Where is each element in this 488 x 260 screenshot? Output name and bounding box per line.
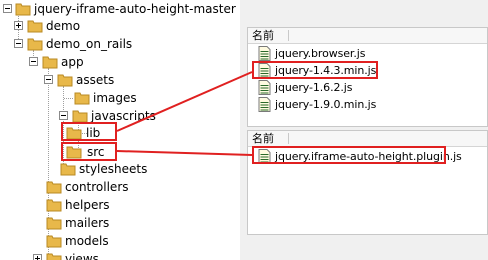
- tree-connector: [64, 98, 73, 99]
- tree-item-images[interactable]: images: [0, 89, 137, 107]
- folder-icon: [27, 19, 43, 33]
- folder-icon: [46, 234, 62, 248]
- expand-icon[interactable]: [14, 21, 23, 30]
- tree-item-label: images: [93, 91, 137, 105]
- tree-item-helpers[interactable]: helpers: [0, 196, 110, 214]
- js-file-icon: [258, 97, 271, 112]
- file-highlight-box: [252, 146, 446, 164]
- folder-icon: [46, 252, 62, 260]
- js-file-icon: [258, 46, 271, 61]
- file-name: jquery-1.6.2.js: [275, 81, 353, 94]
- folder-icon: [27, 37, 43, 51]
- collapse-icon[interactable]: [14, 39, 23, 48]
- collapse-icon[interactable]: [29, 57, 38, 66]
- folder-icon: [46, 216, 62, 230]
- tree-item-root[interactable]: jquery-iframe-auto-height-master: [0, 0, 236, 18]
- tree-item-label: demo: [46, 19, 81, 33]
- tree-item-app[interactable]: app: [0, 53, 84, 71]
- tree-item-models[interactable]: models: [0, 232, 109, 250]
- name-header-label: 名前: [252, 132, 274, 145]
- panel-footer: [240, 236, 488, 260]
- tree-item-stylesheets[interactable]: stylesheets: [0, 160, 147, 178]
- tree-item-demo[interactable]: demo: [0, 17, 80, 35]
- name-header-label: 名前: [252, 29, 274, 42]
- tree-item-label: app: [61, 55, 84, 69]
- column-separator[interactable]: [288, 133, 289, 144]
- tree-item-label: assets: [76, 73, 115, 87]
- folder-icon: [42, 55, 58, 69]
- collapse-icon[interactable]: [59, 111, 68, 120]
- js-file-icon: [258, 80, 271, 95]
- column-separator[interactable]: [288, 30, 289, 41]
- lib-highlight-box: [61, 122, 117, 141]
- tree-item-label: stylesheets: [79, 162, 148, 176]
- file-name: jquery.browser.js: [275, 47, 366, 60]
- file-name: jquery-1.9.0.min.js: [275, 98, 377, 111]
- file-highlight-box: [252, 61, 378, 79]
- folder-icon: [15, 2, 31, 16]
- tree-item-label: javascripts: [91, 109, 156, 123]
- file-item[interactable]: jquery.browser.js: [258, 45, 365, 62]
- expand-icon[interactable]: [33, 254, 42, 260]
- folder-icon: [72, 109, 88, 123]
- folder-icon: [46, 180, 62, 194]
- tree-item-assets[interactable]: assets: [0, 71, 114, 89]
- name-column-header[interactable]: 名前: [248, 131, 487, 147]
- tree-item-label: controllers: [65, 180, 129, 194]
- tree-item-label: demo_on_rails: [46, 37, 133, 51]
- tree-item-label: views: [65, 252, 99, 260]
- tree-item-label: models: [65, 234, 109, 248]
- tree-item-controllers[interactable]: controllers: [0, 178, 129, 196]
- name-column-header[interactable]: 名前: [248, 28, 487, 44]
- folder-icon: [60, 162, 76, 176]
- collapse-icon[interactable]: [3, 4, 12, 13]
- folder-icon: [46, 198, 62, 212]
- tree-item-views[interactable]: views: [0, 250, 99, 260]
- tree-item-mailers[interactable]: mailers: [0, 214, 109, 232]
- folder-icon: [57, 73, 73, 87]
- folder-tree: jquery-iframe-auto-height-master demo de…: [0, 0, 240, 260]
- tree-item-label: helpers: [65, 198, 110, 212]
- file-item[interactable]: jquery-1.9.0.min.js: [258, 96, 376, 113]
- tree-item-demo-on-rails[interactable]: demo_on_rails: [0, 35, 132, 53]
- src-highlight-box: [61, 142, 117, 161]
- collapse-icon[interactable]: [44, 75, 53, 84]
- tree-item-label: jquery-iframe-auto-height-master: [34, 2, 236, 16]
- folder-icon: [74, 91, 90, 105]
- file-item[interactable]: jquery-1.6.2.js: [258, 79, 352, 96]
- tree-item-label: mailers: [65, 216, 110, 230]
